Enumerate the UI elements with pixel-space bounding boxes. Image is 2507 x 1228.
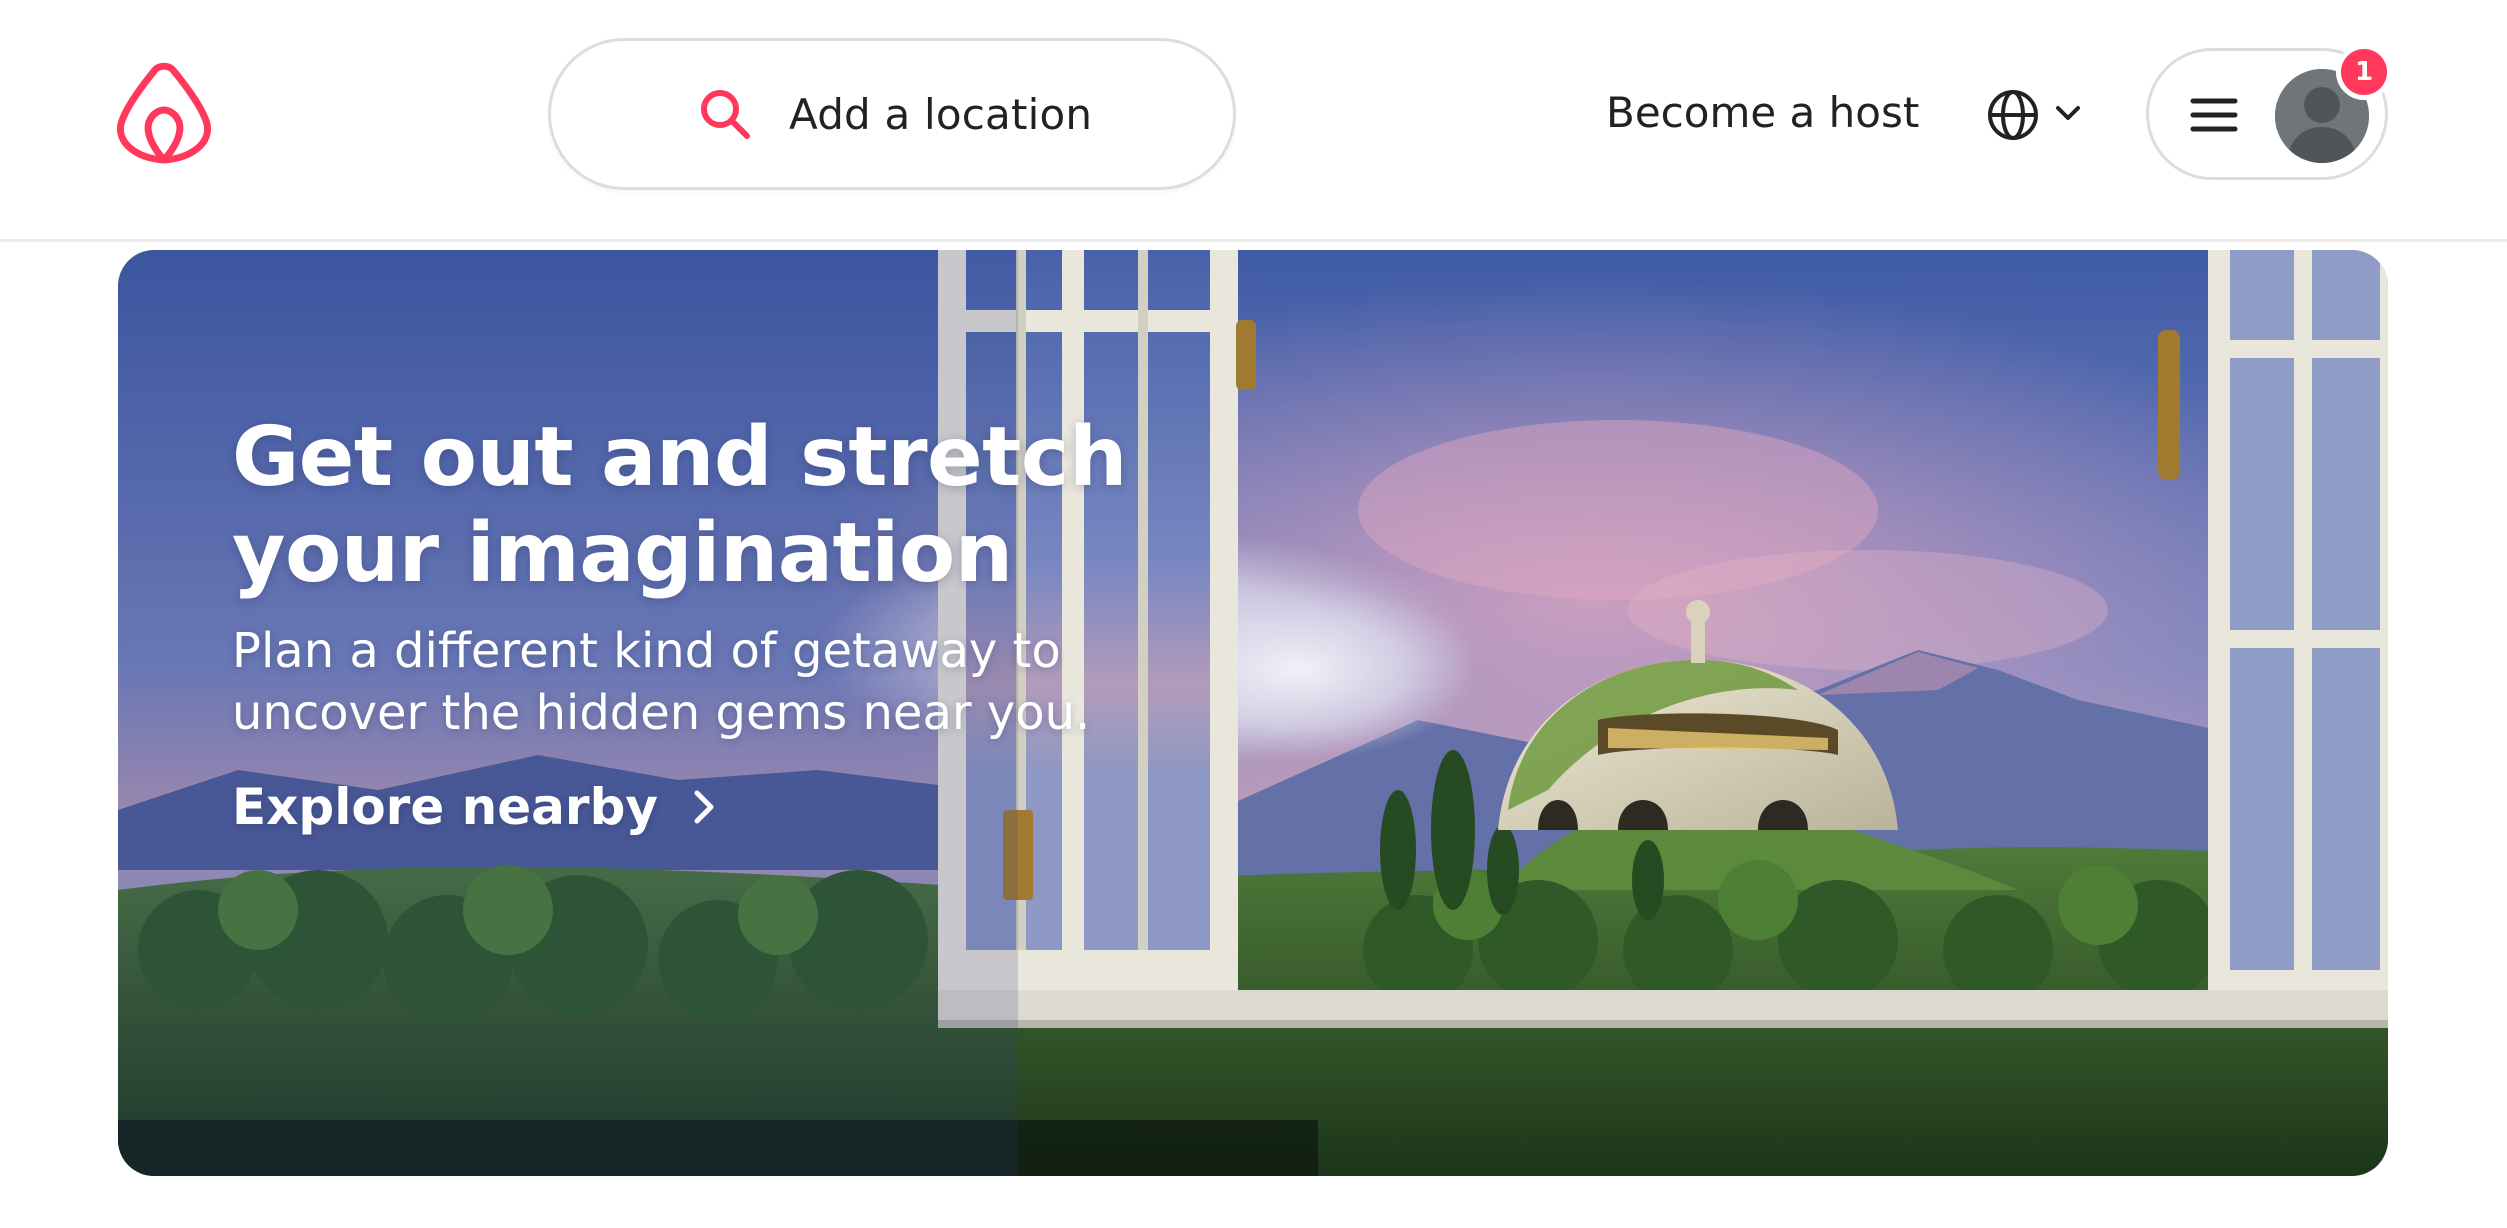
hero-subtitle: Plan a different kind of getaway to unco… [232,623,1091,741]
page: Add a location Become a host 1 Get out a… [0,0,2507,1228]
notification-badge: 1 [2336,44,2392,100]
top-nav: Add a location Become a host 1 [0,0,2507,242]
become-host-link[interactable]: Become a host [1606,88,1919,137]
explore-nearby-label: Explore nearby [232,778,658,836]
chevron-down-icon[interactable] [2054,102,2082,124]
explore-nearby-link[interactable]: Explore nearby [232,778,716,836]
chevron-right-icon [694,790,714,824]
search-icon [701,90,750,139]
hamburger-menu-icon [2190,98,2238,132]
hero-banner: Get out and stretch your imagination Pla… [118,250,2388,1176]
search-bar[interactable]: Add a location [548,38,1236,190]
search-label: Add a location [789,89,1093,139]
hero-title: Get out and stretch your imagination [232,410,1127,601]
airbnb-logo-icon[interactable] [115,62,213,168]
globe-icon[interactable] [1986,88,2040,142]
